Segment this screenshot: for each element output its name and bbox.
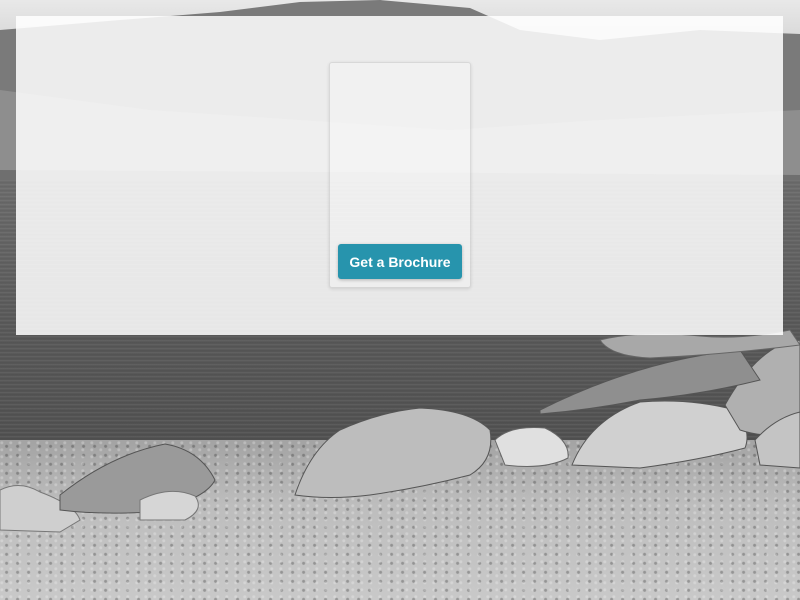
brochure-card: Get a Brochure (329, 62, 471, 288)
get-brochure-button[interactable]: Get a Brochure (338, 244, 462, 279)
